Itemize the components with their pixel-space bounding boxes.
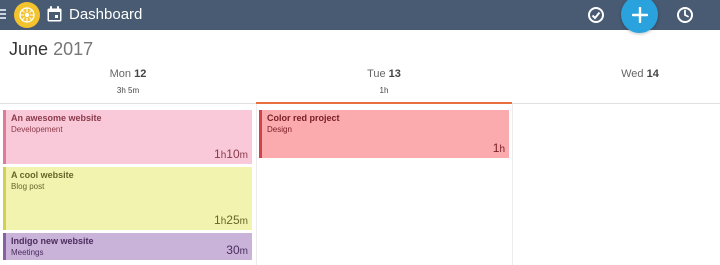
day-number: 13 (388, 68, 401, 80)
add-button[interactable] (621, 0, 658, 33)
active-day-indicator (256, 102, 512, 104)
day-name: Mon (109, 68, 132, 80)
month-label: June (9, 39, 49, 59)
plus-icon (631, 6, 648, 23)
event-duration: 1h (492, 141, 505, 155)
column-divider (512, 104, 513, 265)
event-card[interactable]: Indigo new website Meetings 30m (3, 233, 252, 260)
event-card[interactable]: A cool website Blog post 1h25m (3, 167, 252, 230)
event-card[interactable]: Color red project Design 1h (259, 110, 509, 158)
event-duration: 1h25m (214, 213, 248, 227)
year-label: 2017 (53, 39, 94, 59)
day-header-wed[interactable]: Wed 14 (512, 67, 720, 86)
day-name: Wed (621, 68, 644, 80)
event-duration: 1h10m (214, 147, 248, 161)
event-category: Developement (11, 125, 63, 134)
logo-icon (19, 7, 35, 23)
day-number: 14 (646, 68, 659, 80)
column-divider (256, 104, 257, 265)
clock-icon[interactable] (676, 6, 694, 24)
top-bar: Dashboard (0, 0, 720, 33)
day-total: 1h (379, 86, 389, 95)
day-header-mon[interactable]: Mon 12 3h 5m (0, 67, 256, 96)
event-category: Meetings (11, 248, 44, 257)
event-title: A cool website (11, 170, 74, 180)
app-logo[interactable] (14, 2, 40, 28)
calendar-icon (47, 6, 62, 22)
event-title: Color red project (267, 113, 340, 123)
event-duration: 30m (226, 243, 248, 257)
event-card[interactable]: An awesome website Developement 1h10m (3, 110, 252, 164)
event-category: Design (267, 125, 292, 134)
event-title: Indigo new website (11, 236, 94, 246)
day-total: 3h 5m (116, 86, 140, 95)
day-header-tue[interactable]: Tue 13 1h (256, 67, 512, 96)
month-heading: June 2017 (9, 39, 93, 59)
check-circle-icon[interactable] (587, 6, 605, 24)
page-title: Dashboard (69, 6, 143, 23)
event-title: An awesome website (11, 113, 102, 123)
day-number: 12 (134, 68, 147, 80)
menu-icon[interactable] (0, 9, 6, 20)
day-name: Tue (367, 68, 386, 80)
event-category: Blog post (11, 182, 45, 191)
